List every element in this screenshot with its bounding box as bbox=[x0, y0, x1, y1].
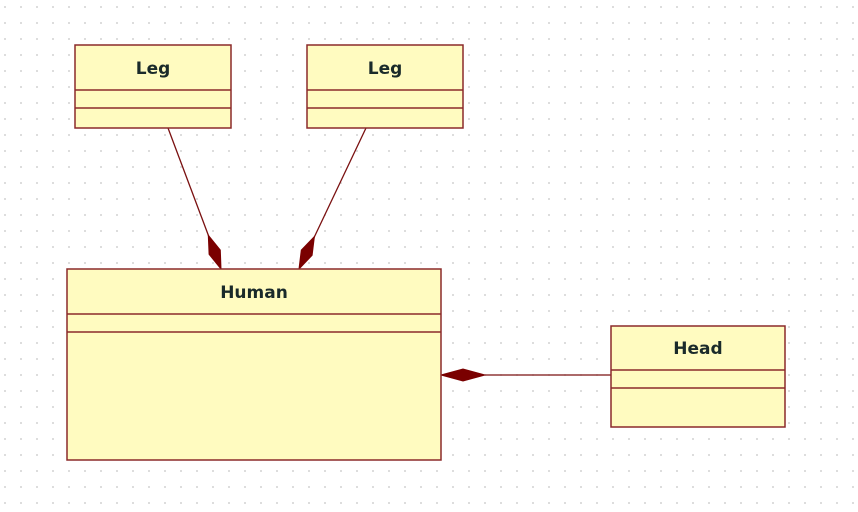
diagram-canvas[interactable]: Leg Leg Human Head bbox=[0, 0, 858, 512]
class-leg-1[interactable]: Leg bbox=[74, 44, 232, 129]
class-name: Leg bbox=[136, 59, 171, 79]
class-leg-2[interactable]: Leg bbox=[306, 44, 464, 129]
class-human[interactable]: Human bbox=[66, 268, 442, 461]
class-name: Leg bbox=[368, 59, 403, 79]
class-name: Human bbox=[220, 283, 288, 303]
class-name: Head bbox=[673, 339, 722, 359]
class-head[interactable]: Head bbox=[610, 325, 786, 428]
